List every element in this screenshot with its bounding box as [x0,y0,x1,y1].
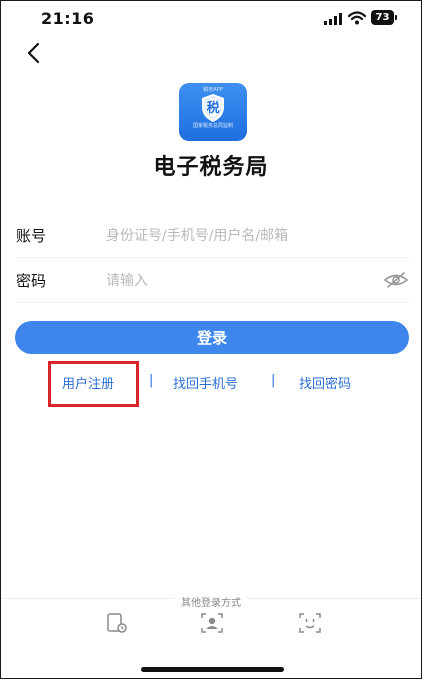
app-logo: 税务APP 税 国家税务总局监制 [179,83,247,141]
status-bar: 21:16 73 [1,1,421,35]
device-login-icon[interactable] [105,612,129,634]
login-button[interactable]: 登录 [15,321,409,354]
home-indicator [141,667,284,672]
account-input[interactable] [104,223,378,249]
find-password-link[interactable]: 找回密码 [299,373,351,392]
logo-top-text: 税务APP [203,87,223,93]
password-label: 密码 [16,272,47,290]
link-separator: | [149,373,154,388]
battery-tip [395,15,397,20]
other-login-label: 其他登录方式 [1,591,421,610]
wifi-icon [348,11,366,25]
other-login-label-text: 其他登录方式 [175,598,247,609]
eye-off-icon[interactable] [384,271,408,289]
account-label: 账号 [16,227,47,245]
signal-icon [324,13,342,25]
password-input[interactable] [104,268,378,294]
account-field-row: 账号 [16,213,409,258]
find-phone-link[interactable]: 找回手机号 [173,373,238,392]
logo-bottom-text: 国家税务总局监制 [192,123,233,129]
battery-level: 73 [371,10,394,25]
app-screen: 21:16 73 税务APP 税 国家税务总局监制 电子税务局 账号 身份证号/… [0,0,422,679]
link-separator: | [271,373,276,388]
password-field-row: 密码 [16,258,409,303]
status-time: 21:16 [41,9,95,28]
app-title: 电子税务局 [153,155,269,180]
logo-tax-char: 税 [206,101,220,116]
face-scan-icon[interactable] [298,612,322,634]
register-highlight-box [48,361,139,407]
back-button[interactable] [23,41,45,65]
battery-indicator: 73 [371,10,398,26]
face-login-icon[interactable] [200,612,224,634]
